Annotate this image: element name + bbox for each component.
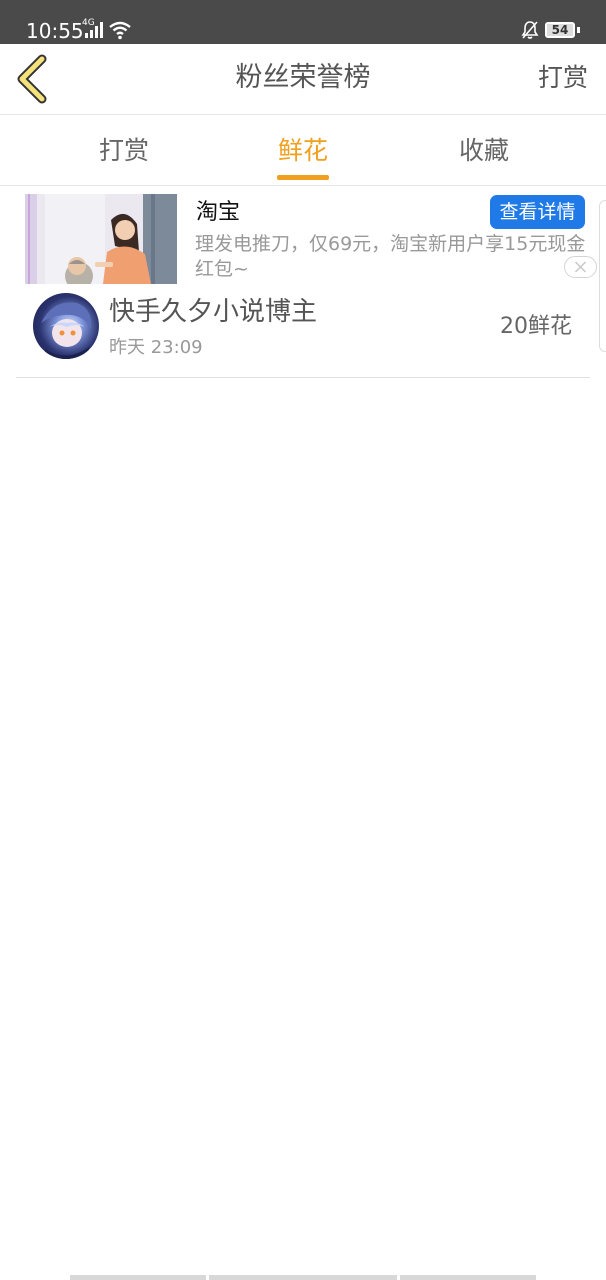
battery-percent: 54 bbox=[551, 23, 569, 37]
bottom-indicator-3 bbox=[400, 1275, 536, 1280]
tab-reward[interactable]: 打赏 bbox=[44, 115, 204, 185]
avatar-illustration bbox=[41, 302, 92, 359]
reward-button[interactable]: 打赏 bbox=[538, 60, 588, 96]
ad-view-details-button[interactable]: 查看详情 bbox=[490, 195, 585, 229]
close-icon bbox=[574, 261, 587, 273]
status-bar: 10:55 4G 54 bbox=[0, 0, 606, 44]
bell-muted-icon bbox=[521, 21, 539, 39]
tab-favorites[interactable]: 收藏 bbox=[404, 115, 564, 185]
flower-count: 20鲜花 bbox=[500, 314, 572, 339]
signal-icon bbox=[85, 22, 103, 38]
active-tab-indicator bbox=[277, 175, 329, 180]
wifi-icon bbox=[109, 21, 131, 40]
avatar[interactable] bbox=[33, 293, 99, 359]
ad-banner[interactable]: 淘宝 查看详情 理发电推刀，仅69元，淘宝新用户享15元现金红包~ bbox=[0, 186, 606, 284]
ad-title: 淘宝 bbox=[196, 200, 241, 225]
bottom-indicator-2 bbox=[209, 1275, 397, 1280]
page-title: 粉丝荣誉榜 bbox=[235, 62, 371, 93]
ad-close-button[interactable] bbox=[564, 256, 597, 278]
status-time: 10:55 bbox=[26, 19, 84, 43]
ad-photo-illustration bbox=[25, 194, 177, 284]
ad-description: 理发电推刀，仅69元，淘宝新用户享15元现金红包~ bbox=[195, 233, 586, 280]
bottom-indicator-1 bbox=[70, 1275, 206, 1280]
battery-tip bbox=[577, 27, 580, 33]
fan-timestamp: 昨天 23:09 bbox=[109, 337, 203, 358]
ad-image[interactable] bbox=[25, 194, 177, 284]
tab-bar: 打赏 鲜花 收藏 bbox=[0, 115, 606, 186]
battery-icon: 54 bbox=[545, 22, 575, 38]
top-app-bar: 粉丝荣誉榜 打赏 bbox=[0, 44, 606, 115]
fan-name: 快手久夕小说博主 bbox=[109, 297, 318, 327]
side-edge-handle[interactable] bbox=[599, 200, 606, 352]
list-item[interactable]: 快手久夕小说博主 昨天 23:09 20鲜花 bbox=[16, 284, 590, 378]
